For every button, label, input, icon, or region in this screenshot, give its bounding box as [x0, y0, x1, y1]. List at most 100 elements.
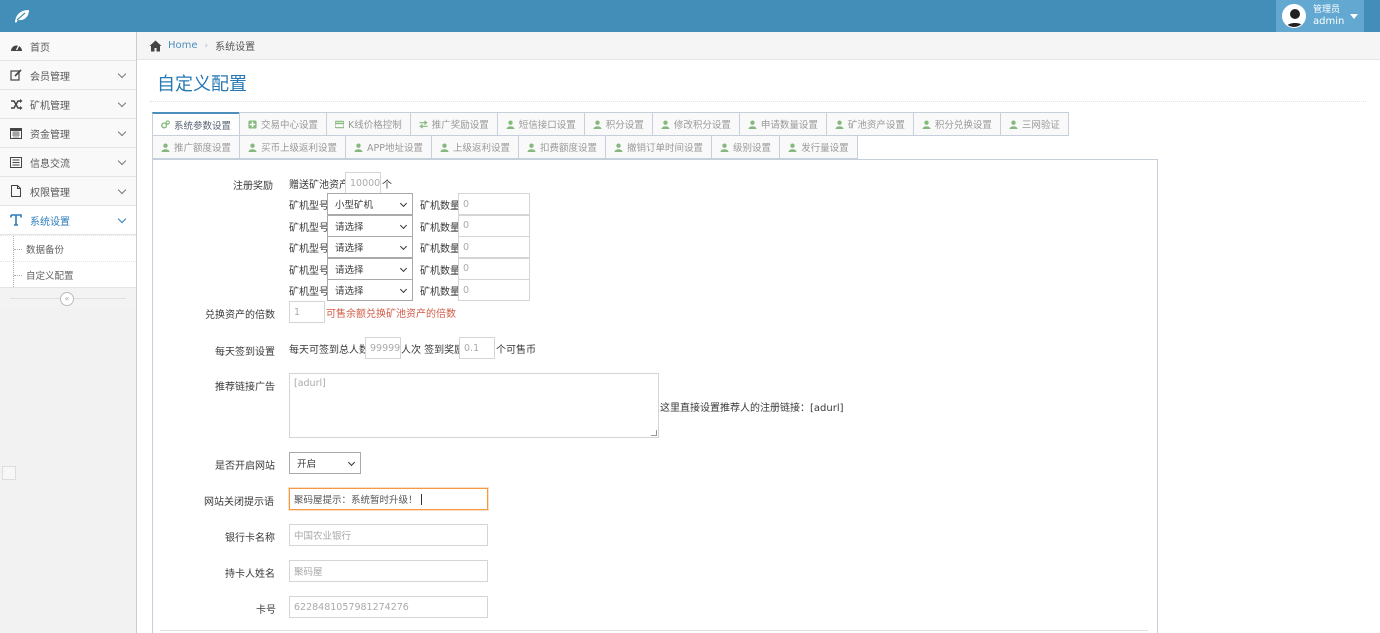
leaf-icon[interactable]: [13, 8, 31, 24]
miner-type-value: 小型矿机: [335, 200, 374, 211]
tab-tabs_row2-4[interactable]: 扣费额度设置: [518, 135, 607, 159]
tab-tabs_row2-5[interactable]: 撤销订单时间设置: [605, 135, 713, 159]
sidebar-subitem-custom-config[interactable]: 自定义配置: [0, 261, 136, 287]
tab-tabs_row1-0[interactable]: 系统参数设置: [152, 112, 241, 136]
miner-type-select[interactable]: 小型矿机: [327, 193, 413, 215]
miner-type-select[interactable]: 请选择: [327, 257, 413, 280]
chevron-down-icon: [117, 69, 127, 79]
daily-checkin-suffix: 个可售币: [496, 345, 536, 356]
gift-asset-input[interactable]: 10000: [345, 172, 381, 194]
user-icon: [527, 143, 536, 152]
daily-checkin-label: 每天签到设置: [215, 347, 275, 358]
list-alt-icon: [9, 155, 23, 169]
miner-count-input[interactable]: 0: [458, 214, 530, 237]
cogs-icon: [161, 120, 170, 129]
plus-square-icon: [248, 119, 257, 129]
user-icon: [354, 143, 363, 152]
miner-type-select[interactable]: 请选择: [327, 236, 413, 258]
chevron-down-icon: [347, 458, 356, 467]
miner-count-label: 矿机数量: [420, 201, 460, 212]
miner-count-input[interactable]: 0: [458, 257, 530, 280]
double-angle-left-icon[interactable]: «: [60, 292, 74, 306]
sidebar-item-funds[interactable]: 资金管理: [0, 119, 136, 148]
tab-tabs_row1-7[interactable]: 申请数量设置: [738, 112, 827, 136]
tab-tabs_row2-3[interactable]: 上级返利设置: [431, 135, 520, 159]
sidebar-item-members[interactable]: 会员管理: [0, 61, 136, 90]
user-avatar-icon: [1283, 5, 1305, 27]
sidebar-item-permissions[interactable]: 权限管理: [0, 177, 136, 206]
close-tip-value: 聚码屋提示：系统暂时升级！: [294, 495, 418, 506]
tab-tabs_row2-7[interactable]: 发行量设置: [779, 135, 858, 159]
tab-tabs_row2-2[interactable]: APP地址设置: [345, 135, 432, 159]
sidebar-item-label: 权限管理: [30, 187, 70, 199]
card-number-input[interactable]: 6228481057981274276: [289, 596, 488, 618]
tab-label: K线价格控制: [348, 120, 402, 131]
daily-checkin-middle: 人次 签到奖励: [401, 345, 465, 356]
exchange-icon: [419, 119, 428, 129]
tab-tabs_row2-0[interactable]: 推广额度设置: [152, 135, 241, 159]
card-holder-label: 持卡人姓名: [225, 569, 275, 580]
miner-count-input[interactable]: 0: [458, 193, 530, 215]
chevron-down-icon: [117, 185, 127, 195]
bank-name-input[interactable]: 中国农业银行: [289, 524, 488, 546]
tab-label: 积分设置: [605, 120, 644, 131]
file-icon: [9, 184, 23, 198]
tab-tabs_row1-4[interactable]: 短信接口设置: [496, 112, 585, 136]
referral-ad-hint: 这里直接设置推荐人的注册链接：[adurl]: [660, 403, 844, 414]
daily-checkin-reward-input[interactable]: 0.1: [459, 337, 495, 359]
user-icon: [748, 120, 757, 129]
sidebar-subitem-data-backup[interactable]: 数据备份: [0, 235, 136, 261]
chevron-down-icon: [117, 214, 127, 224]
tab-tabs_row1-8[interactable]: 矿池资产设置: [825, 112, 914, 136]
user-menu[interactable]: 管理员 admin: [1276, 0, 1364, 32]
breadcrumb-home-link[interactable]: Home: [168, 40, 198, 51]
edit-icon: [9, 68, 23, 82]
daily-checkin-people-input[interactable]: 99999: [365, 337, 401, 359]
chevron-down-icon: [117, 156, 127, 166]
register-reward-label: 注册奖励: [233, 181, 273, 192]
sidebar-item-label: 信息交流: [30, 158, 70, 170]
gift-asset-label: 赠送矿池资产: [289, 180, 349, 191]
sidebar-item-system-settings[interactable]: 系统设置: [0, 206, 136, 235]
card-holder-input[interactable]: 聚码屋: [289, 560, 488, 582]
tab-tabs_row1-10[interactable]: 三网验证: [999, 112, 1069, 136]
breadcrumb-current: 系统设置: [215, 42, 256, 53]
sidebar-item-label: 首页: [30, 42, 50, 54]
referral-ad-textarea[interactable]: [adurl]: [289, 373, 659, 438]
tab-tabs_row1-3[interactable]: 推广奖励设置: [409, 112, 498, 136]
page-header-divider: [150, 101, 1366, 102]
tab-tabs_row2-6[interactable]: 级别设置: [711, 135, 781, 159]
tab-tabs_row1-6[interactable]: 修改积分设置: [651, 112, 740, 136]
miner-count-input[interactable]: 0: [458, 236, 530, 258]
credit-card-icon: [335, 120, 345, 128]
tab-tabs_row1-2[interactable]: K线价格控制: [326, 112, 411, 136]
exchange-multiple-input[interactable]: 1: [289, 301, 325, 323]
sidebar-item-messages[interactable]: 信息交流: [0, 148, 136, 177]
miner-count-label: 矿机数量: [420, 265, 460, 277]
tab-tabs_row2-1[interactable]: 买币上级返利设置: [239, 135, 347, 159]
sidebar: 首页 会员管理 矿机管理 资金管理 信息交流 权限管理 系统设置 数据备份 自定…: [0, 32, 137, 633]
tab-tabs_row1-5[interactable]: 积分设置: [583, 112, 653, 136]
miner-type-value: 请选择: [335, 243, 364, 254]
tab-tabs_row1-9[interactable]: 积分兑换设置: [912, 112, 1001, 136]
miner-type-label: 矿机型号: [289, 222, 329, 234]
sidebar-collapse-bar: «: [0, 288, 136, 308]
chevron-right-icon: ›: [204, 40, 209, 51]
tab-label: 上级返利设置: [453, 143, 511, 154]
sidebar-subitem-label: 自定义配置: [26, 270, 74, 282]
miner-type-select[interactable]: 请选择: [327, 214, 413, 237]
settings-toggle-box[interactable]: [2, 466, 16, 480]
tab-tabs_row1-1[interactable]: 交易中心设置: [239, 112, 328, 136]
site-open-select[interactable]: 开启: [289, 452, 361, 474]
miner-type-value: 请选择: [335, 221, 364, 233]
miner-type-select[interactable]: 请选择: [327, 279, 413, 301]
resize-handle-icon[interactable]: [651, 430, 657, 436]
tab-label: 发行量设置: [801, 143, 849, 154]
close-tip-input[interactable]: 聚码屋提示：系统暂时升级！: [289, 488, 488, 510]
miner-count-input[interactable]: 0: [458, 279, 530, 301]
sidebar-item-home[interactable]: 首页: [0, 32, 136, 61]
miner-type-label: 矿机型号: [289, 265, 329, 277]
miner-count-label: 矿机数量: [420, 222, 460, 234]
tachometer-icon: [9, 39, 23, 53]
sidebar-item-miners[interactable]: 矿机管理: [0, 90, 136, 119]
